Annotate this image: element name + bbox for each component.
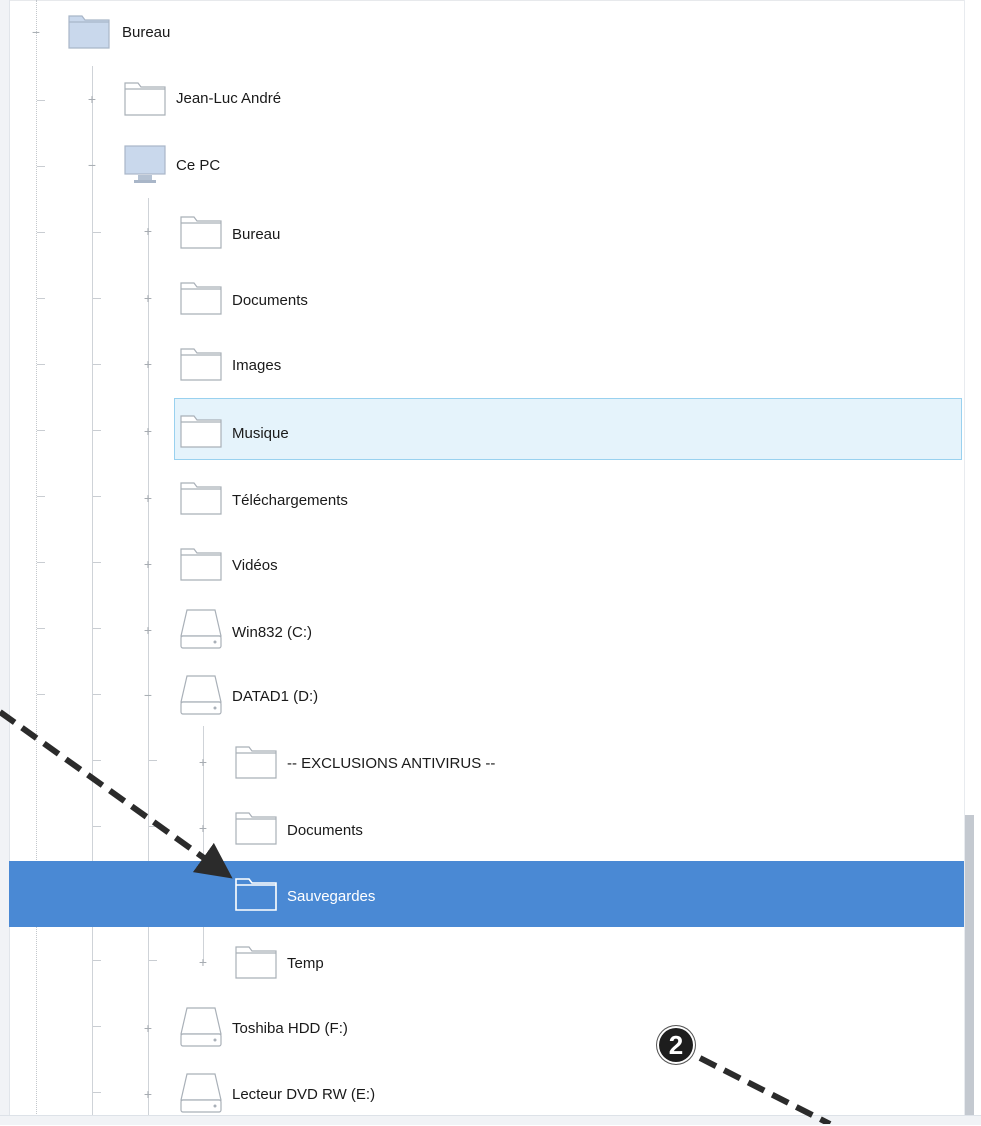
tree-connector — [93, 496, 101, 497]
folder-icon — [180, 482, 222, 515]
tree-item-downloads[interactable]: + Téléchargements — [0, 464, 960, 530]
collapse-icon[interactable]: − — [30, 25, 42, 39]
tree-item-exclusions-antivirus[interactable]: + -- EXCLUSIONS ANTIVIRUS -- — [0, 728, 960, 794]
expand-icon[interactable]: + — [142, 1087, 154, 1101]
expand-icon[interactable]: + — [142, 424, 154, 438]
tree-item-videos[interactable]: + Vidéos — [0, 530, 960, 596]
drive-icon — [180, 609, 222, 649]
tree-item-label: Lecteur DVD RW (E:) — [232, 1086, 376, 1103]
tree-connector — [37, 628, 45, 629]
collapse-icon[interactable]: − — [86, 158, 98, 172]
drive-icon — [180, 1073, 222, 1113]
tree-item-drive-d[interactable]: − DATAD1 (D:) — [0, 662, 960, 728]
tree-item-label: -- EXCLUSIONS ANTIVIRUS -- — [287, 755, 496, 772]
tree-item-label: Sauvegardes — [287, 888, 376, 905]
tree-connector — [93, 232, 101, 233]
tree-connector — [93, 298, 101, 299]
tree-connector — [93, 694, 101, 695]
expand-icon[interactable]: + — [142, 224, 154, 238]
expand-icon[interactable]: + — [142, 1021, 154, 1035]
folder-icon — [235, 812, 277, 845]
tree-item-label: Images — [232, 357, 282, 374]
tree-connector — [93, 826, 101, 827]
tree-item-label: DATAD1 (D:) — [232, 688, 319, 705]
folder-tree: − Bureau + Jean-Luc André − Ce PC + Bure… — [0, 0, 965, 1124]
tree-item-label: Bureau — [122, 24, 171, 41]
expand-icon[interactable]: + — [86, 92, 98, 106]
step-number-badge: 2 — [657, 1026, 695, 1064]
tree-item-sauvegardes[interactable]: Sauvegardes — [0, 861, 960, 927]
tree-connector — [37, 430, 45, 431]
expand-icon[interactable]: + — [142, 491, 154, 505]
tree-item-d-documents[interactable]: + Documents — [0, 794, 960, 860]
tree-item-label: Temp — [287, 955, 324, 972]
folder-icon — [180, 548, 222, 581]
tree-item-label: Jean-Luc André — [176, 90, 282, 107]
tree-item-musique[interactable]: + Musique — [0, 397, 960, 463]
tree-item-temp[interactable]: + Temp — [0, 928, 960, 994]
tree-connector — [93, 1026, 101, 1027]
tree-item-bureau[interactable]: + Bureau — [0, 198, 960, 264]
tree-connector — [93, 1092, 101, 1093]
tree-item-images[interactable]: + Images — [0, 330, 960, 396]
tree-connector — [37, 364, 45, 365]
tree-connector — [93, 628, 101, 629]
tree-item-this-pc[interactable]: − Ce PC — [0, 132, 960, 198]
expand-icon[interactable]: + — [142, 357, 154, 371]
tree-connector — [37, 298, 45, 299]
tree-connector — [93, 760, 101, 761]
folder-icon — [180, 415, 222, 448]
tree-connector — [149, 760, 157, 761]
tree-item-label: Ce PC — [176, 157, 221, 174]
tree-item-label: Documents — [232, 292, 308, 309]
tree-item-label: Toshiba HDD (F:) — [232, 1020, 348, 1037]
tree-connector — [37, 694, 45, 695]
tree-connector — [93, 430, 101, 431]
drive-icon — [180, 1007, 222, 1047]
scrollbar-thumb[interactable] — [965, 815, 974, 1115]
tree-item-bureau-root[interactable]: − Bureau — [0, 0, 960, 66]
tree-item-user-folder[interactable]: + Jean-Luc André — [0, 66, 960, 132]
expand-icon[interactable]: + — [197, 821, 209, 835]
drive-icon — [180, 675, 222, 715]
tree-item-label: Vidéos — [232, 557, 278, 574]
tree-item-label: Téléchargements — [232, 492, 348, 509]
collapse-icon[interactable]: − — [142, 688, 154, 702]
folder-icon — [235, 946, 277, 979]
tree-item-label: Documents — [287, 822, 363, 839]
tree-item-label: Musique — [232, 425, 289, 442]
folder-icon — [124, 82, 166, 116]
folder-icon — [180, 282, 222, 315]
tree-item-drive-c[interactable]: + Win832 (C:) — [0, 596, 960, 662]
folder-icon — [235, 878, 277, 911]
folder-icon — [180, 216, 222, 249]
tree-item-drive-f[interactable]: + Toshiba HDD (F:) — [0, 994, 960, 1060]
expander-placeholder — [197, 888, 209, 900]
expand-icon[interactable]: + — [197, 755, 209, 769]
tree-connector — [93, 960, 101, 961]
tree-connector — [93, 562, 101, 563]
tree-item-label: Bureau — [232, 226, 281, 243]
tree-connector — [149, 960, 157, 961]
expand-icon[interactable]: + — [142, 557, 154, 571]
tree-connector — [37, 562, 45, 563]
desktop-folder-icon — [68, 15, 110, 49]
computer-icon — [124, 145, 166, 183]
tree-connector — [149, 826, 157, 827]
tree-connector — [37, 166, 45, 167]
folder-icon — [180, 348, 222, 381]
tree-item-documents[interactable]: + Documents — [0, 264, 960, 330]
expand-icon[interactable]: + — [142, 623, 154, 637]
tree-connector — [93, 364, 101, 365]
folder-icon — [235, 746, 277, 779]
tree-connector — [37, 100, 45, 101]
tree-connector — [37, 496, 45, 497]
tree-item-label: Win832 (C:) — [232, 624, 313, 641]
expand-icon[interactable]: + — [197, 955, 209, 969]
tree-connector — [37, 232, 45, 233]
expand-icon[interactable]: + — [142, 291, 154, 305]
